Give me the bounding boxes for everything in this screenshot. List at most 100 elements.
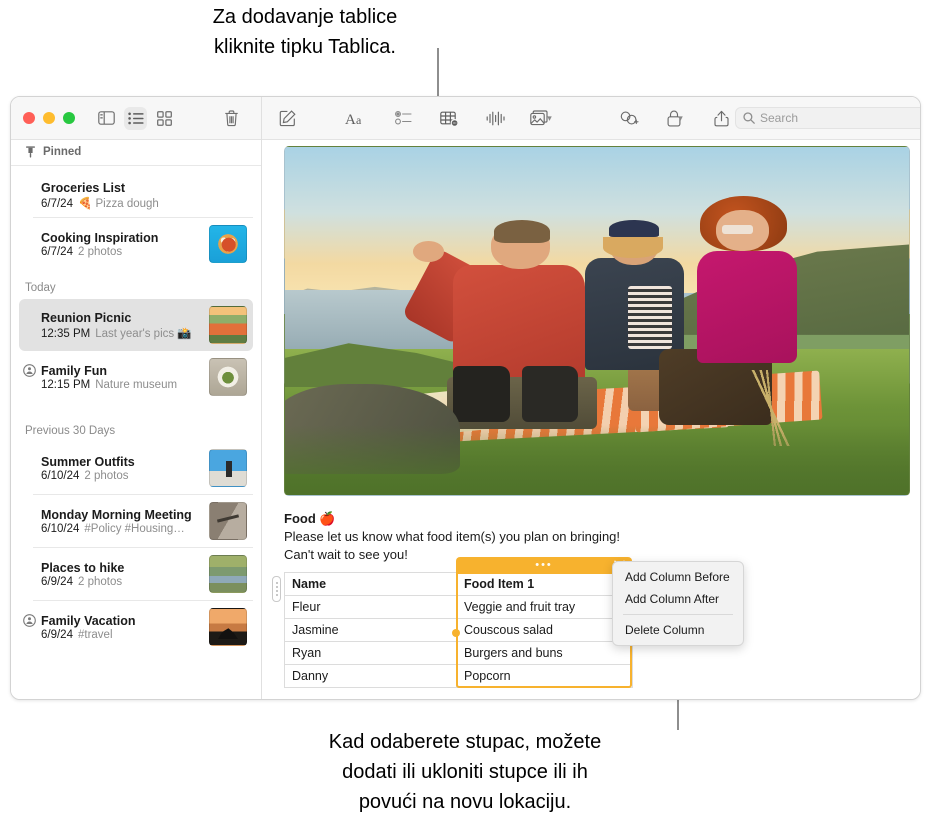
- table-cell[interactable]: Ryan: [285, 642, 457, 665]
- note-date: 6/9/24: [41, 629, 73, 641]
- column-drag-handle[interactable]: •••: [456, 557, 632, 573]
- photo-person1-boot-left: [453, 366, 509, 422]
- search-placeholder: Search: [760, 111, 798, 125]
- search-input[interactable]: Search: [735, 107, 921, 129]
- note-section-heading: Food 🍎: [284, 511, 921, 527]
- shared-account-icon: [23, 614, 36, 627]
- table-button[interactable]: [435, 106, 463, 130]
- compose-icon: [279, 110, 296, 127]
- shared-account-icon: [23, 364, 36, 377]
- share-button[interactable]: [707, 106, 735, 130]
- pin-icon: [25, 146, 36, 158]
- table-cell[interactable]: Burgers and buns: [457, 642, 633, 665]
- note-thumbnail: [209, 555, 247, 593]
- note-title: Reunion Picnic: [41, 311, 201, 325]
- gallery-view-button[interactable]: [153, 107, 176, 130]
- table-cell[interactable]: Jasmine: [285, 619, 457, 642]
- note-date: 12:15 PM: [41, 379, 90, 391]
- note-date: 6/9/24: [41, 576, 73, 588]
- window-controls: [23, 112, 75, 124]
- compose-note-button[interactable]: [273, 106, 301, 130]
- note-subtitle: 6/9/242 photos: [41, 576, 201, 588]
- note-subtitle: 6/10/242 photos: [41, 470, 201, 482]
- table-cell[interactable]: Veggie and fruit tray: [457, 596, 633, 619]
- note-subtitle: 6/7/242 photos: [41, 246, 201, 258]
- sidebar-toolbar: [11, 97, 261, 140]
- link-person-icon: [620, 110, 639, 126]
- photo-person1-hair: [494, 220, 550, 243]
- note-detail-pane: A a: [262, 97, 921, 699]
- table-cell[interactable]: Fleur: [285, 596, 457, 619]
- menu-item-add-column-before[interactable]: Add Column Before: [613, 566, 743, 588]
- note-snippet: #travel: [78, 629, 113, 641]
- column-context-menu[interactable]: Add Column Before Add Column After Delet…: [612, 561, 744, 646]
- note-photo[interactable]: [284, 146, 910, 496]
- note-thumbnail: [209, 306, 247, 344]
- lock-button[interactable]: ▾: [661, 106, 689, 130]
- note-date: 6/10/24: [41, 470, 79, 482]
- photo-person3-sweater: [697, 251, 797, 362]
- sidebar: Pinned Groceries List 6/7/24 🍕 Pizza doug…: [11, 97, 262, 699]
- sidebar-item-family-fun[interactable]: Family Fun 12:15 PMNature museum: [19, 351, 253, 403]
- media-button[interactable]: ▾: [527, 106, 555, 130]
- table-icon: [440, 110, 459, 127]
- table-header-cell[interactable]: Food Item 1: [457, 573, 633, 596]
- delete-note-button[interactable]: [220, 107, 243, 130]
- note-title: Family Vacation: [41, 614, 201, 628]
- note-thumbnail: [209, 502, 247, 540]
- search-icon: [743, 112, 755, 124]
- note-title: Groceries List: [41, 181, 247, 195]
- photo-person2-bandana: [609, 220, 659, 237]
- note-subtitle: 12:15 PMNature museum: [41, 379, 201, 391]
- note-snippet: #Policy #Housing…: [84, 523, 184, 535]
- note-thumbnail: [209, 358, 247, 396]
- sidebar-item-summer-outfits[interactable]: Summer Outfits 6/10/242 photos: [19, 442, 253, 494]
- menu-separator: [623, 614, 733, 615]
- zoom-button[interactable]: [63, 112, 75, 124]
- note-subtitle: 12:35 PMLast year's pics 📸: [41, 326, 201, 340]
- sidebar-item-places-to-hike[interactable]: Places to hike 6/9/242 photos: [19, 548, 253, 600]
- group-title-previous-30-days: Previous 30 Days: [11, 403, 261, 442]
- collaborate-button[interactable]: [615, 106, 643, 130]
- group-title-today: Today: [11, 270, 261, 299]
- note-subtitle: 6/9/24 #travel: [41, 629, 201, 641]
- share-icon: [714, 110, 729, 127]
- pinned-label: Pinned: [43, 146, 81, 158]
- checklist-button[interactable]: [389, 106, 417, 130]
- sidebar-toggle-button[interactable]: [95, 107, 118, 130]
- note-date: 6/7/24: [41, 198, 73, 210]
- sidebar-item-monday-morning-meeting[interactable]: Monday Morning Meeting 6/10/24#Policy #H…: [19, 495, 253, 547]
- photo-person1-hand: [413, 241, 444, 262]
- photo-person3-glasses: [722, 225, 753, 234]
- callout-top-text: Za dodavanje tablice kliknite tipku Tabl…: [90, 2, 520, 62]
- close-button[interactable]: [23, 112, 35, 124]
- table-row[interactable]: Ryan Burgers and buns: [285, 642, 633, 665]
- format-button[interactable]: A a: [343, 106, 371, 130]
- note-title: Places to hike: [41, 561, 201, 575]
- notes-list[interactable]: Pinned Groceries List 6/7/24 🍕 Pizza doug…: [11, 140, 261, 699]
- sidebar-item-reunion-picnic[interactable]: Reunion Picnic 12:35 PMLast year's pics …: [19, 299, 253, 351]
- minimize-button[interactable]: [43, 112, 55, 124]
- table-header-row: Name Food Item 1: [285, 573, 633, 596]
- row-drag-handle[interactable]: [272, 576, 281, 602]
- table-cell[interactable]: Danny: [285, 665, 457, 688]
- note-thumbnail: [209, 608, 247, 646]
- sidebar-item-family-vacation[interactable]: Family Vacation 6/9/24 #travel: [19, 601, 253, 653]
- table-cell[interactable]: Popcorn: [457, 665, 633, 688]
- selection-handle-dot[interactable]: [452, 629, 460, 637]
- list-view-button[interactable]: [124, 107, 147, 130]
- pinned-section-header: Pinned: [11, 140, 261, 166]
- note-body[interactable]: Food 🍎 Please let us know what food item…: [262, 140, 921, 699]
- audio-transcript-button[interactable]: [481, 106, 509, 130]
- list-item[interactable]: Groceries List 6/7/24 🍕 Pizza dough: [19, 173, 253, 217]
- menu-item-add-column-after[interactable]: Add Column After: [613, 588, 743, 610]
- list-item[interactable]: Cooking Inspiration 6/7/242 photos: [19, 218, 253, 270]
- note-subtitle: 6/7/24 🍕 Pizza dough: [41, 196, 247, 210]
- table-row[interactable]: Fleur Veggie and fruit tray: [285, 596, 633, 619]
- menu-item-delete-column[interactable]: Delete Column: [613, 619, 743, 641]
- svg-text:a: a: [356, 113, 362, 126]
- note-snippet: 🍕 Pizza dough: [78, 198, 159, 210]
- table-cell[interactable]: Couscous salad: [457, 619, 633, 642]
- table-row[interactable]: Danny Popcorn: [285, 665, 633, 688]
- table-header-cell[interactable]: Name: [285, 573, 457, 596]
